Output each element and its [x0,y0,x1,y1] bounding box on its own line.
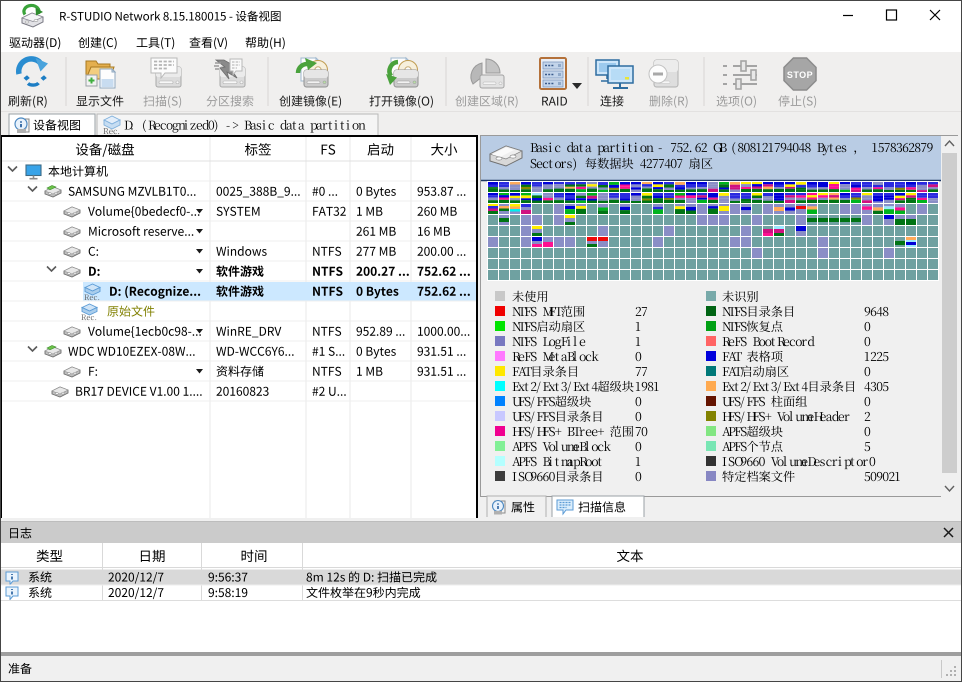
svg-text:STOP: STOP [787,70,813,80]
